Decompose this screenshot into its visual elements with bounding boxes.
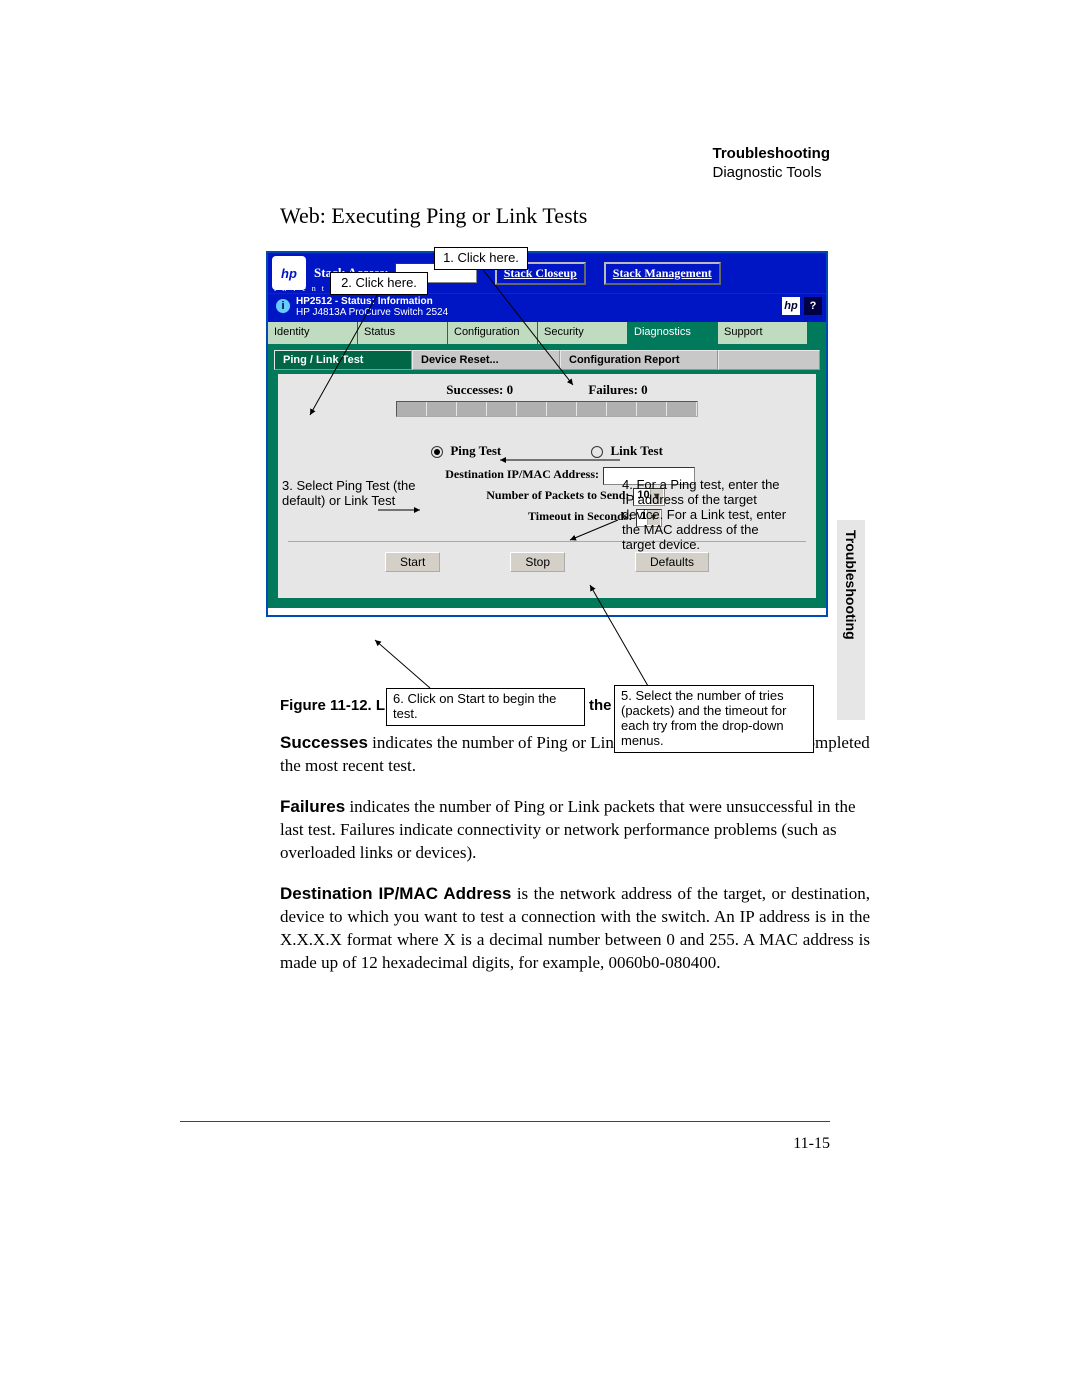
status-line-2: HP J4813A ProCurve Switch 2524 [296, 307, 820, 318]
device-reset-tab[interactable]: Device Reset... [412, 350, 560, 370]
tab-security[interactable]: Security [538, 322, 628, 344]
page-number: 11-15 [793, 1135, 830, 1153]
stop-button[interactable]: Stop [510, 552, 565, 572]
section-title: Web: Executing Ping or Link Tests [280, 203, 870, 229]
configuration-report-tab[interactable]: Configuration Report [560, 350, 718, 370]
status-bar: i HP2512 - Status: Information HP J4813A… [268, 293, 826, 322]
successes-label: Successes: 0 [410, 382, 549, 398]
header-bold: Troubleshooting [713, 145, 831, 164]
tab-support[interactable]: Support [718, 322, 808, 344]
ping-test-radio[interactable]: Ping Test [431, 443, 501, 459]
annotation-1: 1. Click here. [434, 247, 528, 270]
link-test-radio[interactable]: Link Test [591, 443, 663, 459]
ping-link-test-tab[interactable]: Ping / Link Test [274, 350, 412, 370]
tab-status[interactable]: Status [358, 322, 448, 344]
help-icon[interactable]: ? [804, 297, 822, 315]
tab-configuration[interactable]: Configuration [448, 322, 538, 344]
nav-tabs: Identity Status Configuration Security D… [268, 322, 826, 344]
annotation-4: 4. For a Ping test, enter the IP address… [616, 475, 800, 556]
tab-identity[interactable]: Identity [268, 322, 358, 344]
web-ui-screenshot: hp i n v e n t Stack Access: Stack Close… [266, 251, 828, 617]
annotation-3: 3. Select Ping Test (the default) or Lin… [276, 476, 438, 512]
progress-bar [396, 401, 698, 417]
packets-label: Number of Packets to Send: [429, 488, 633, 506]
annotation-6: 6. Click on Start to begin the test. [386, 688, 585, 726]
info-icon: i [276, 299, 290, 313]
toolbar-spacer [718, 350, 820, 370]
para-destination: Destination IP/MAC Address is the networ… [280, 883, 870, 975]
header-sub: Diagnostic Tools [713, 164, 831, 183]
hp-small-logo-icon[interactable]: hp [782, 297, 800, 315]
status-line-1: HP2512 - Status: Information [296, 296, 433, 307]
failures-label: Failures: 0 [552, 382, 683, 398]
annotation-2: 2. Click here. [330, 272, 428, 295]
footer-rule [180, 1121, 830, 1122]
radio-icon [431, 446, 443, 458]
tab-diagnostics[interactable]: Diagnostics [628, 322, 718, 344]
timeout-label: Timeout in Seconds: [432, 509, 636, 527]
chapter-tab: Troubleshooting [837, 520, 865, 720]
start-button[interactable]: Start [385, 552, 440, 572]
page-header: Troubleshooting Diagnostic Tools [713, 145, 831, 183]
sub-toolbar: Ping / Link Test Device Reset... Configu… [274, 350, 820, 370]
body-text: Successes indicates the number of Ping o… [280, 732, 870, 974]
stack-management-button[interactable]: Stack Management [604, 262, 721, 285]
radio-icon [591, 446, 603, 458]
hp-invent-label: i n v e n t [274, 284, 326, 293]
annotation-5: 5. Select the number of tries (packets) … [614, 685, 814, 753]
para-failures: Failures indicates the number of Ping or… [280, 796, 870, 865]
